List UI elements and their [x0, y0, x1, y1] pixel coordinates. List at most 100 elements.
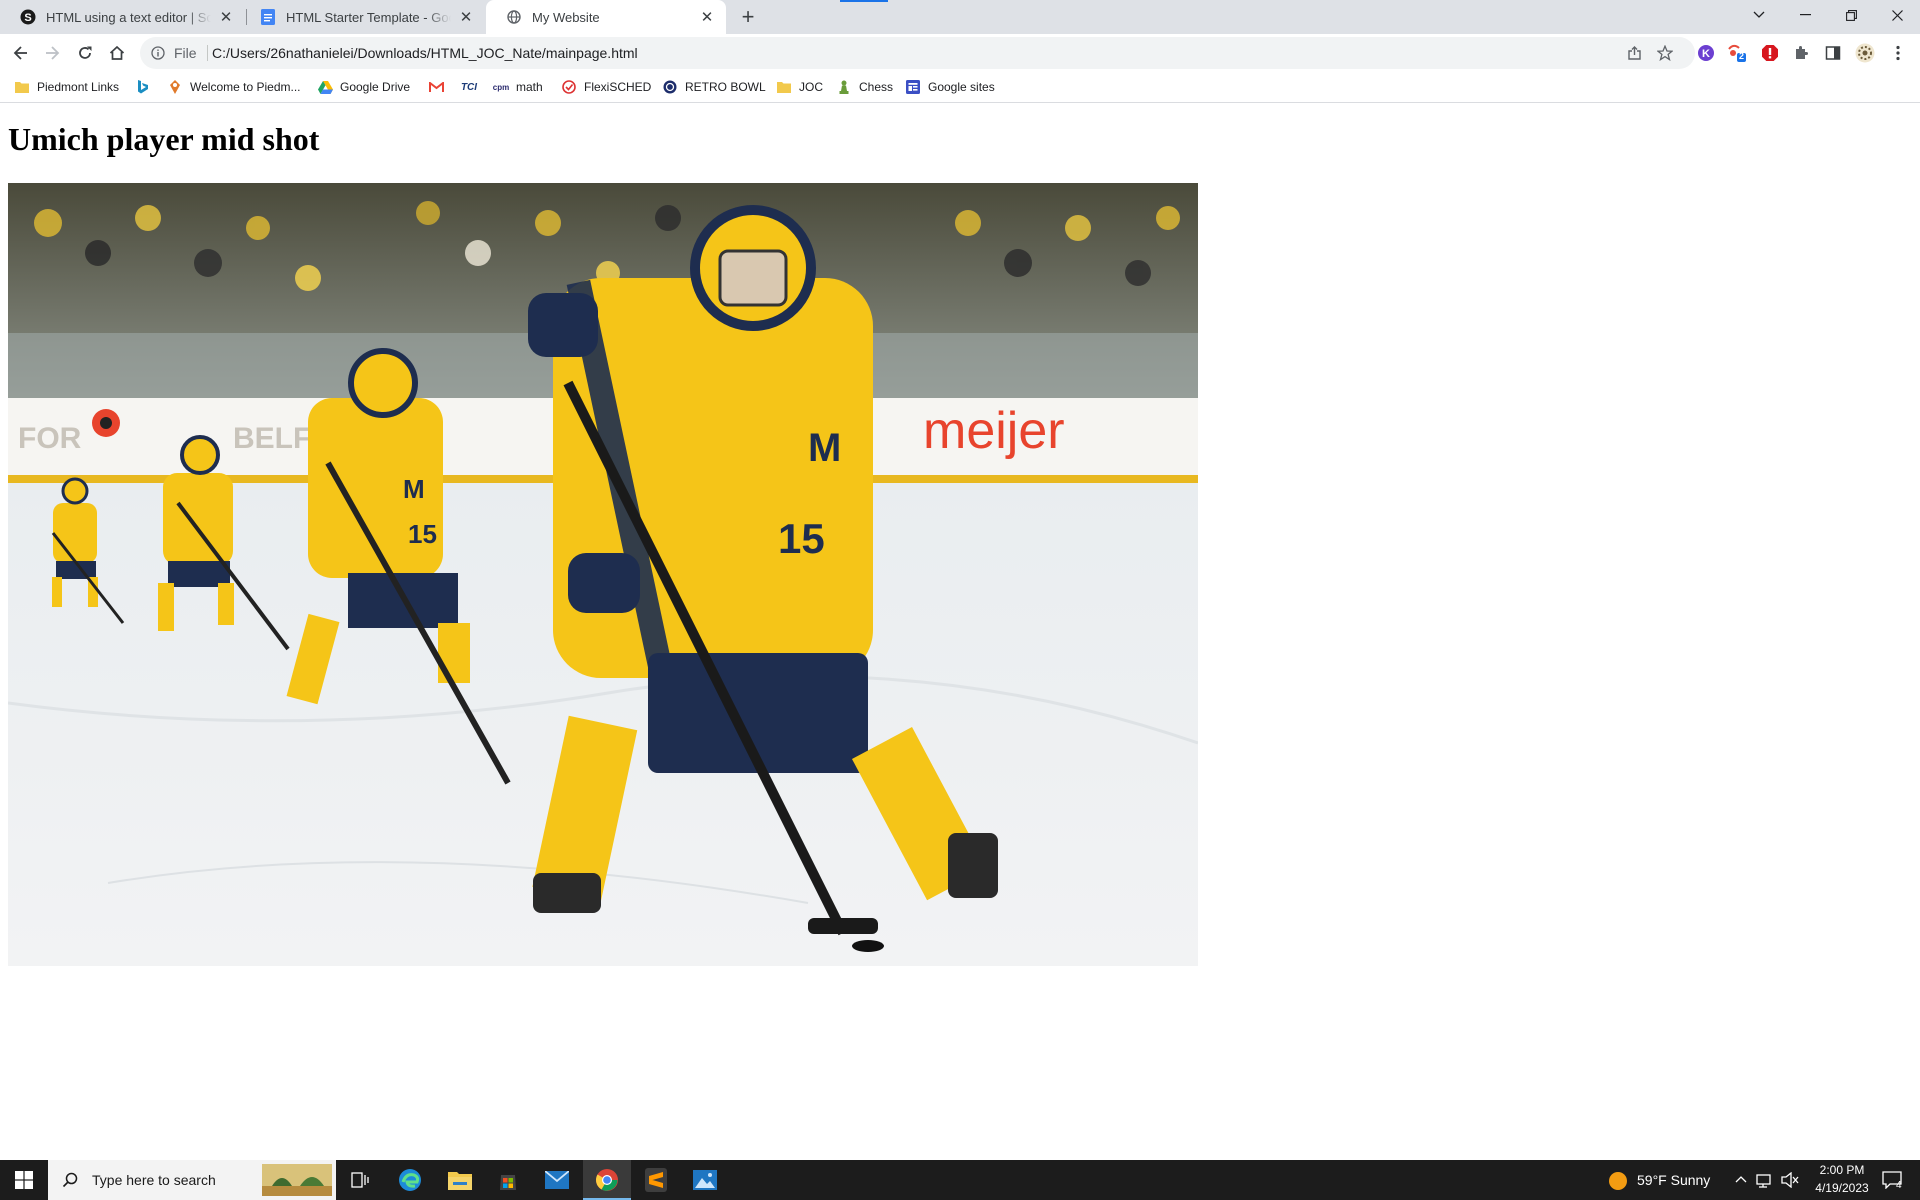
reload-button[interactable] — [71, 39, 99, 67]
bookmark-flexisched[interactable]: FlexiSCHED — [561, 77, 651, 97]
jersey-number-small: 15 — [408, 519, 437, 549]
network-icon[interactable] — [1756, 1172, 1774, 1188]
bookmark-welcome-to-piedmont[interactable]: Welcome to Piedm... — [167, 77, 300, 97]
start-button[interactable] — [0, 1160, 48, 1200]
bookmark-joc[interactable]: JOC — [776, 77, 823, 97]
browser-toolbar: File C:/Users/26nathanielei/Downloads/HT… — [0, 34, 1920, 72]
profile-avatar[interactable] — [1855, 43, 1875, 63]
side-panel-icon[interactable] — [1823, 43, 1843, 63]
notification-count: 4 — [1896, 1180, 1902, 1191]
volume-muted-icon[interactable] — [1781, 1172, 1799, 1188]
tab-search-chevron-icon[interactable] — [1736, 0, 1782, 30]
chess-pawn-icon — [836, 79, 852, 95]
search-placeholder: Type here to search — [92, 1172, 216, 1188]
home-button[interactable] — [103, 39, 131, 67]
minimize-button[interactable] — [1782, 0, 1828, 30]
close-icon[interactable]: ✕ — [457, 8, 475, 26]
search-icon — [62, 1172, 78, 1188]
restore-button[interactable] — [1828, 0, 1874, 30]
bookmark-piedmont-links[interactable]: Piedmont Links — [14, 77, 119, 97]
adblock-extension-icon[interactable] — [1760, 43, 1780, 63]
bookmark-retro-bowl[interactable]: RETRO BOWL — [662, 77, 766, 97]
bookmark-label: JOC — [799, 80, 823, 94]
forward-button[interactable] — [38, 39, 66, 67]
close-icon[interactable]: ✕ — [698, 8, 716, 26]
bookmark-label: Piedmont Links — [37, 80, 120, 94]
menu-kebab-icon[interactable] — [1888, 43, 1908, 63]
google-drive-icon — [317, 79, 333, 95]
bookmark-label: Welcome to Piedm... — [190, 80, 301, 94]
google-docs-icon — [260, 9, 276, 25]
scheme-label: File — [174, 45, 197, 61]
back-button[interactable] — [7, 39, 35, 67]
bookmark-label: Chess — [859, 80, 894, 94]
weather-text[interactable]: 59°F Sunny — [1637, 1172, 1710, 1188]
share-icon[interactable] — [1625, 44, 1643, 62]
puzzle-extensions-icon[interactable] — [1791, 43, 1811, 63]
taskbar-search-box[interactable]: Type here to search — [48, 1160, 336, 1200]
bookmark-chess[interactable]: Chess — [836, 77, 893, 97]
bookmark-label: math — [516, 80, 543, 94]
weather-icon[interactable] — [1608, 1171, 1628, 1191]
bookmark-google-drive[interactable]: Google Drive — [317, 77, 410, 97]
clock-time[interactable]: 2:00 PM — [1812, 1163, 1872, 1177]
folder-icon — [14, 79, 30, 95]
address-divider — [207, 45, 208, 61]
windows-taskbar: Type here to search 59°F Sunny 2:00 PM 4… — [0, 1160, 1920, 1200]
ad-text-mid: BELF — [233, 422, 311, 455]
chrome-taskbar-icon[interactable] — [583, 1160, 631, 1200]
sublime-text-icon[interactable] — [632, 1160, 680, 1200]
tab-html-starter-template[interactable]: HTML Starter Template - Google ✕ — [240, 0, 485, 34]
bing-icon — [135, 79, 151, 95]
microsoft-store-icon[interactable] — [484, 1160, 532, 1200]
address-bar[interactable]: File C:/Users/26nathanielei/Downloads/HT… — [140, 37, 1695, 69]
extension-badge-icon[interactable]: 2 — [1727, 43, 1747, 63]
tab-title: My Website — [532, 9, 600, 25]
tab-strip-accent — [840, 0, 888, 2]
k-extension-icon[interactable]: K — [1696, 43, 1716, 63]
bookmark-google-sites[interactable]: Google sites — [905, 77, 995, 97]
jersey-number-main: 15 — [778, 515, 825, 562]
mail-icon[interactable] — [533, 1160, 581, 1200]
bookmark-label: FlexiSCHED — [584, 80, 652, 94]
tab-my-website[interactable]: My Website ✕ — [486, 0, 726, 34]
globe-icon — [506, 9, 522, 25]
url-text[interactable]: C:/Users/26nathanielei/Downloads/HTML_JO… — [212, 45, 638, 61]
retro-bowl-icon — [662, 79, 678, 95]
clock-date[interactable]: 4/19/2023 — [1808, 1181, 1876, 1195]
tab-strip: S HTML using a text editor | Schoo ✕ HTM… — [0, 0, 1920, 34]
search-highlight-icon — [262, 1164, 332, 1196]
bookmark-label: RETRO BOWL — [685, 80, 766, 94]
tab-schoology[interactable]: S HTML using a text editor | Schoo ✕ — [0, 0, 245, 34]
bookmark-tci[interactable]: TCI — [459, 77, 486, 97]
hockey-player-photo: FOR BELF meijer M 15 M 15 — [8, 183, 1198, 966]
flexisched-icon — [561, 79, 577, 95]
bookmark-label: Google sites — [928, 80, 995, 94]
ad-text-left: FOR — [18, 422, 82, 455]
bookmark-label: Google Drive — [340, 80, 411, 94]
bookmark-math[interactable]: cpm math — [493, 77, 543, 97]
photos-icon[interactable] — [681, 1160, 729, 1200]
info-icon[interactable] — [150, 45, 166, 61]
extension-badge-count: 2 — [1739, 51, 1745, 61]
tab-title: HTML Starter Template - Google — [286, 9, 451, 25]
bookmark-bing[interactable] — [135, 77, 158, 97]
cpm-icon: cpm — [492, 82, 510, 92]
file-explorer-icon[interactable] — [436, 1160, 484, 1200]
bookmark-star-icon[interactable] — [1656, 44, 1674, 62]
bookmark-gmail[interactable] — [428, 77, 451, 97]
chevron-up-icon[interactable] — [1735, 1175, 1747, 1183]
gmail-icon — [428, 79, 444, 95]
edge-icon[interactable] — [386, 1160, 434, 1200]
schoology-icon: S — [20, 9, 36, 25]
task-view-icon[interactable] — [336, 1160, 384, 1200]
folder-icon — [776, 79, 792, 95]
google-sites-icon — [905, 79, 921, 95]
close-icon[interactable]: ✕ — [217, 8, 235, 26]
jersey-letter-main: M — [808, 426, 841, 470]
svg-text:S: S — [24, 12, 31, 24]
close-window-button[interactable] — [1874, 0, 1920, 30]
new-tab-button[interactable]: + — [735, 4, 761, 30]
bookmarks-bar: Piedmont Links Welcome to Piedm... Googl… — [0, 72, 1920, 103]
page-content: Umich player mid shot FOR BELF meijer M … — [0, 103, 1920, 1160]
